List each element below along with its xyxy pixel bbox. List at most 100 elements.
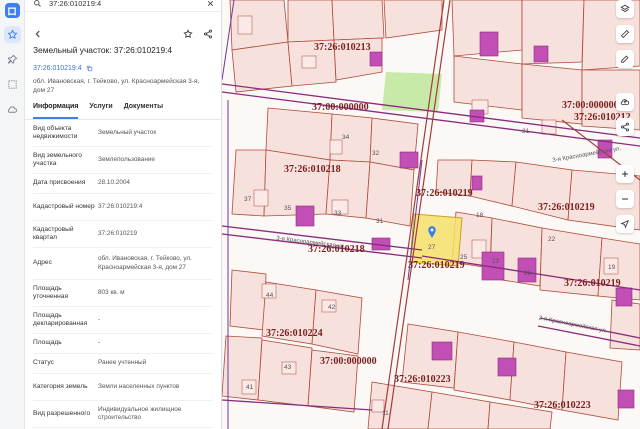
map-label: 37:26:010218 [284,164,341,175]
close-icon[interactable] [206,0,215,8]
house-number: 27 [428,244,436,251]
table-row: Кадастровый квартал 37:26:010219 [33,221,213,248]
house-number: 33 [334,210,342,217]
row-key: Кадастровый квартал [33,225,74,242]
search-input[interactable]: 37:26:010219:4 [49,0,206,8]
house-number: 22 [548,236,556,243]
row-value: 37:26:010219 [98,229,138,237]
tools-rail-button[interactable] [4,51,21,68]
tab-services[interactable]: Услуги [89,103,112,119]
page-title: Земельный участок: 37:26:010219:4 [33,45,173,55]
row-key: Вид объекта недвижимости [33,124,78,141]
cloud-icon [7,106,17,113]
map-label: 37:26:010219 [416,188,473,199]
row-key: Вид разрешенного [33,409,91,417]
app-logo-icon[interactable]: ロ [4,3,20,18]
tab-bar: Информация Услуги Документы [25,103,221,120]
search-icon [34,0,41,7]
row-value: - [98,339,101,347]
row-key: Статус [33,359,54,367]
favorites-rail-button[interactable] [3,26,21,43]
table-row: Кадастровый номер 37:26:010219:4 [33,194,213,221]
house-number: 31 [376,218,384,225]
map-label: 37:26:010213 [314,42,371,53]
row-key: Адрес [33,259,52,267]
left-rail: ロ [0,0,25,429]
row-key: Дата присвоения [33,179,86,187]
row-value: - [98,315,101,323]
star-icon [6,29,18,39]
house-number: 11 [382,410,389,417]
table-row: Площадь декларированная - [33,307,213,334]
table-row: Адрес обл. Ивановская, г. Тейково, ул. Кр… [33,248,213,280]
map-label: 37:26:010219 [538,202,595,213]
table-row: Вид земельного участка Землепользование [33,147,213,174]
row-value: обл. Ивановская, г. Тейково, ул. Красноа… [98,255,192,271]
pin-tool-icon [7,54,17,64]
map-label: 37:00:000000 [312,102,369,113]
map-label: 37:26:010223 [394,374,451,385]
share-map-button[interactable] [616,118,634,136]
table-row: Площадь - [33,334,213,354]
zoom-in-button[interactable] [616,165,634,183]
row-key: Площадь [33,339,62,347]
row-key: Площадь уточненная [33,284,69,301]
house-number: 34 [342,134,350,141]
row-key: Категория земель [33,382,88,390]
select-area-icon [7,80,17,89]
app-window: ロ 37:26:010219:4 Земельный участок: 37:2… [0,0,640,429]
copy-icon[interactable] [86,65,93,72]
map-label: 37:26:010219 [408,260,465,271]
map-label: 37:26:010223 [534,400,591,411]
row-value: Ранее учтенный [98,359,147,367]
search-bar[interactable]: 37:26:010219:4 [25,0,221,12]
cloud-upload-icon [620,99,630,105]
ruler-icon [620,29,630,39]
house-number: 18 [476,212,484,219]
house-number: 19 [608,264,616,271]
row-value: 803 кв. м [98,288,125,296]
select-area-rail-button[interactable] [4,76,21,93]
star-icon[interactable] [183,29,193,39]
share-icon [621,122,629,132]
layers-button[interactable] [616,0,634,18]
table-row: Статус Ранее учтенный [33,354,213,374]
share-icon[interactable] [203,29,213,39]
row-key: Площадь декларированная [33,311,88,328]
house-number: 23 [492,258,500,265]
plus-icon [622,171,628,177]
table-row: Вид объекта недвижимости Земельный участо… [33,120,213,147]
navigation-arrow-icon [620,219,630,229]
edit-icon [621,55,629,63]
edit-button[interactable] [616,50,634,68]
address-text: обл. Ивановская, г. Тейково, ул. Красноа… [33,78,200,94]
table-row: Дата присвоения 28.10.2004 [33,174,213,194]
house-number: 37 [244,196,252,203]
row-key: Вид земельного участка [33,151,82,168]
location-pin-icon[interactable] [427,226,437,238]
cadastral-number-link[interactable]: 37:26:010219:4 [33,65,82,72]
zoom-out-button[interactable] [616,190,634,208]
row-value: Земли населенных пунктов [98,382,180,390]
row-value: Земельный участок [98,128,157,136]
table-row: Площадь уточненная 803 кв. м [33,280,213,307]
house-number: 32 [372,150,380,157]
tab-information[interactable]: Информация [33,103,79,119]
map-label: 37:26:010219 [564,278,621,289]
table-row: Категория земель Земли населенных пунктов [33,374,213,401]
my-location-button[interactable] [616,215,634,233]
upload-button[interactable] [616,93,634,111]
row-value: 28.10.2004 [98,179,130,187]
house-number: 42 [328,304,336,311]
layers-icon [620,4,630,12]
ruler-button[interactable] [616,25,634,43]
house-number: 21 [522,128,530,135]
back-arrow-icon[interactable] [33,29,43,39]
house-number: 41 [246,384,254,391]
row-value: Индивидуальное жилищное строительство [98,405,182,422]
house-number: 25 [460,254,468,261]
map-label: 37:00:000000 [562,100,619,111]
cloud-rail-button[interactable] [4,101,21,118]
map-view[interactable]: 37:26:010213 37:00:000000 37:26:010218 3… [222,0,640,429]
tab-documents[interactable]: Документы [124,103,163,119]
